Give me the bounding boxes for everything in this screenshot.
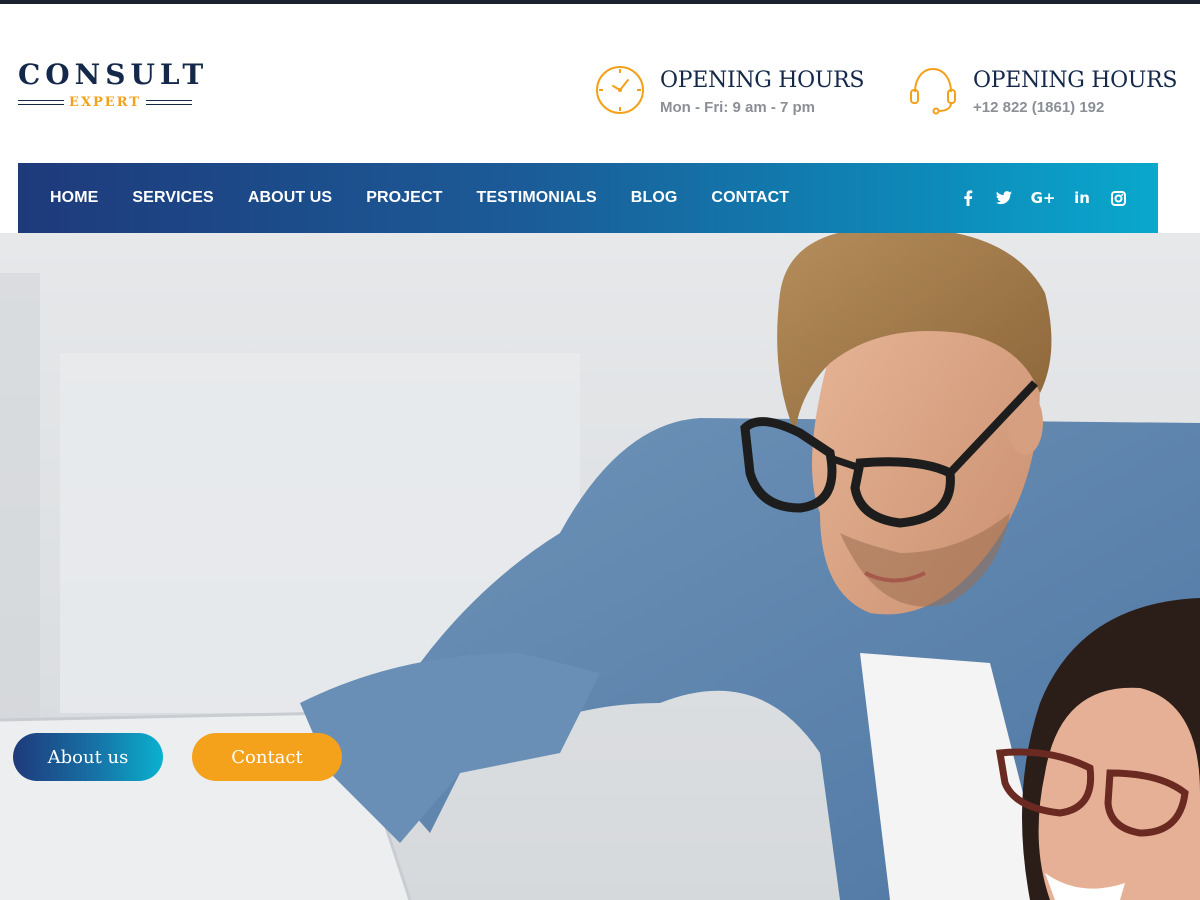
info-title: OPENING HOURS xyxy=(660,68,865,93)
header-info-text: OPENING HOURS +12 822 (1861) 192 xyxy=(973,68,1177,119)
main-navbar: HOME SERVICES ABOUT US PROJECT TESTIMONI… xyxy=(18,163,1158,233)
contact-button[interactable]: Contact xyxy=(192,733,342,781)
about-us-button[interactable]: About us xyxy=(13,733,163,781)
nav-item-project[interactable]: PROJECT xyxy=(366,189,442,207)
logo-main-text: CONSULT xyxy=(18,58,209,91)
nav-item-home[interactable]: HOME xyxy=(50,189,98,207)
twitter-icon[interactable] xyxy=(996,190,1012,206)
nav-item-contact[interactable]: CONTACT xyxy=(711,189,789,207)
google-plus-icon[interactable]: G+ xyxy=(1030,189,1056,207)
logo-line-right xyxy=(146,100,192,105)
social-links: G+ in xyxy=(940,163,1126,233)
hero-banner xyxy=(0,233,1200,900)
nav-item-testimonials[interactable]: TESTIMONIALS xyxy=(476,189,596,207)
google-plus-glyph: G+ xyxy=(1030,189,1056,207)
facebook-icon[interactable] xyxy=(960,190,976,206)
instagram-icon[interactable] xyxy=(1110,190,1126,206)
clock-icon xyxy=(594,64,646,116)
hero-photo xyxy=(0,233,1200,900)
nav-item-services[interactable]: SERVICES xyxy=(132,189,213,207)
linkedin-icon[interactable]: in xyxy=(1074,189,1090,207)
info-title: OPENING HOURS xyxy=(973,68,1178,93)
linkedin-glyph: in xyxy=(1074,189,1090,207)
headset-icon xyxy=(907,64,959,116)
logo-sub-row: EXPERT xyxy=(18,95,192,111)
nav-menu: HOME SERVICES ABOUT US PROJECT TESTIMONI… xyxy=(50,163,823,233)
site-logo[interactable]: CONSULT EXPERT xyxy=(18,58,209,111)
nav-item-about-us[interactable]: ABOUT US xyxy=(248,189,332,207)
info-subtitle: Mon - Fri: 9 am - 7 pm xyxy=(660,99,816,116)
site-header: CONSULT EXPERT OPENING HOURS Mon - Fri: … xyxy=(0,4,1200,163)
header-info-text: OPENING HOURS Mon - Fri: 9 am - 7 pm xyxy=(660,68,864,119)
info-subtitle: +12 822 (1861) 192 xyxy=(973,99,1105,116)
nav-item-blog[interactable]: BLOG xyxy=(631,189,678,207)
